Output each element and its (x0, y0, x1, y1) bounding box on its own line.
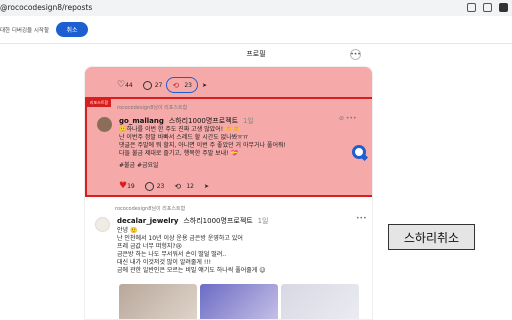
browser-icons (467, 3, 508, 12)
post2-tags[interactable]: #불금 #금요일 (119, 162, 159, 171)
post1-like-button[interactable]: ♡ 44 (117, 81, 133, 90)
heart-icon: ♥ (119, 181, 128, 191)
post2-options-icon[interactable]: ⊘ ••• (339, 115, 357, 122)
feed: ♡ 44 27 ⟲ 23 ➤ 리포스트함 rococodesign8님이 리포스트함… (84, 66, 373, 320)
comment-icon (144, 182, 154, 191)
comment-icon (142, 81, 152, 90)
star-icon[interactable] (483, 3, 492, 12)
post2-topic[interactable]: 스하리1000명프로젝트 (169, 117, 238, 125)
share-icon: ➤ (204, 183, 210, 190)
post1-share-button[interactable]: ➤ (202, 82, 207, 89)
repost-icon: ⟲ (174, 182, 182, 191)
reposted-post[interactable]: 리포스트함 rococodesign8님이 리포스트함 go_mallang 스… (85, 97, 372, 197)
post3-topic[interactable]: 스하리1000명프로젝트 (183, 217, 252, 225)
repost-badge: 리포스트함 (87, 99, 111, 107)
post2-username[interactable]: go_mallang (119, 117, 164, 125)
post2-repost-button[interactable]: ⟲ 12 (174, 182, 194, 191)
post2-like-button[interactable]: ♥ 19 (119, 182, 135, 191)
avatar[interactable] (95, 217, 110, 232)
post3-image-3[interactable] (281, 284, 359, 319)
post3-header: decalar_jewelry 스하리1000명프로젝트 1일 (117, 216, 268, 226)
post3-line-6: 금에 관한 일반인은 모르는 비밀 얘기도 하나씩 풀어줄게 😉 (117, 267, 266, 274)
more-icon[interactable]: ••• (350, 49, 361, 60)
post2-time: 1일 (242, 117, 254, 125)
post2-header: go_mallang 스하리1000명프로젝트 1일 (119, 116, 254, 126)
post2-actions: ♥ 19 23 ⟲ 12 ➤ (119, 182, 219, 191)
debug-hint: 대한 디버깅을 시작할 (0, 28, 50, 34)
share-icon: ➤ (202, 82, 208, 89)
browser-address-bar: @rococodesign8/reposts (0, 0, 512, 16)
url-text[interactable]: @rococodesign8/reposts (0, 3, 92, 12)
avatar[interactable] (97, 117, 112, 132)
post3-options-icon[interactable]: ••• (356, 215, 367, 222)
post3-image-1[interactable] (119, 284, 197, 319)
heart-icon: ♡ (117, 80, 126, 90)
post3-username[interactable]: decalar_jewelry (117, 217, 178, 225)
repost-focus-ring (166, 77, 198, 93)
post2-line-4: 다들 불금 제대로 즐기고, 행복한 주말 보내! 💝 (119, 150, 238, 157)
repost-note: rococodesign8님이 리포스트함 (117, 105, 188, 111)
callout-label: 스하리취소 (388, 224, 475, 250)
post3-images (119, 284, 359, 319)
post2-share-button[interactable]: ➤ (204, 183, 209, 190)
post2-comment-button[interactable]: 23 (144, 182, 164, 191)
post3-repost-note: rococodesign8님이 리포스트함 (115, 206, 186, 212)
install-icon[interactable] (467, 3, 476, 12)
sidepanel-icon[interactable] (499, 3, 508, 12)
debug-toolbar: 대한 디버깅을 시작할 취소 (0, 16, 512, 44)
page-title: 프로필 (246, 50, 266, 58)
cancel-button[interactable]: 취소 (56, 22, 88, 37)
post3-time: 1일 (257, 217, 269, 225)
cursor-icon (352, 145, 366, 159)
post3-image-2[interactable] (200, 284, 278, 319)
post1-comment-button[interactable]: 27 (142, 81, 162, 90)
